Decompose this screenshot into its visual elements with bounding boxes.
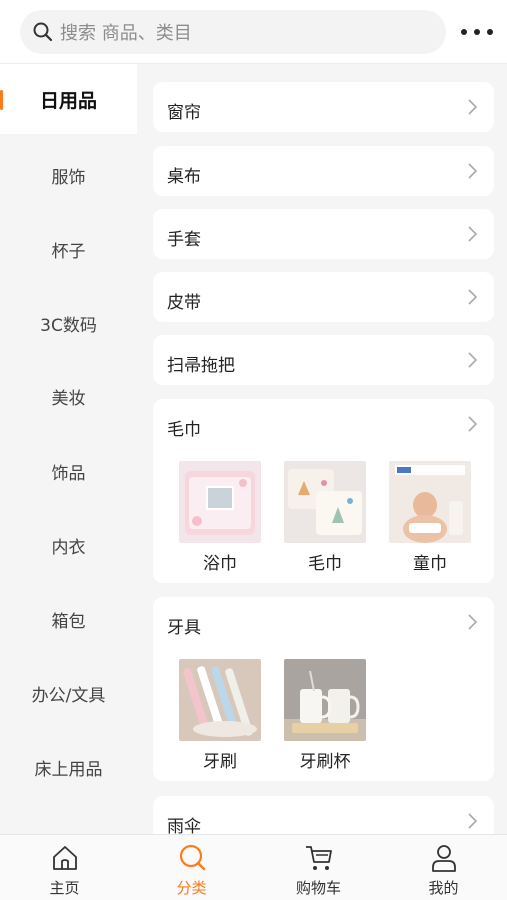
category-content: 窗帘 桌布 手套 皮带 扫帚拖把 毛巾 浴巾 毛巾 童巾 牙具 牙刷 牙刷杯 雨… bbox=[137, 64, 507, 834]
shopping-cart-icon bbox=[304, 843, 334, 873]
subcategory-kids-towel[interactable]: 童巾 bbox=[389, 461, 471, 574]
category-title: 手套 bbox=[167, 230, 201, 250]
subcategory-label: 牙刷杯 bbox=[299, 752, 351, 772]
category-title: 窗帘 bbox=[167, 103, 201, 123]
bath-towel-image bbox=[179, 461, 261, 543]
sidebar-item-daily-goods[interactable]: 日用品 bbox=[0, 64, 137, 134]
sidebar-item-label: 床上用品 bbox=[34, 759, 103, 780]
category-card-towels: 毛巾 浴巾 毛巾 童巾 bbox=[153, 399, 494, 583]
sidebar-item-label: 内衣 bbox=[51, 537, 86, 558]
category-card-belts[interactable]: 皮带 bbox=[153, 272, 494, 322]
subcategory-label: 浴巾 bbox=[203, 554, 237, 574]
subcategory-toothbrush[interactable]: 牙刷 bbox=[179, 659, 261, 772]
category-card-umbrella[interactable]: 雨伞 bbox=[153, 796, 494, 834]
subcategory-toothbrush-cup[interactable]: 牙刷杯 bbox=[284, 659, 366, 772]
sidebar-item-label: 箱包 bbox=[51, 611, 86, 632]
sidebar-item-cups[interactable]: 杯子 bbox=[0, 214, 137, 284]
tab-profile[interactable]: 我的 bbox=[380, 835, 507, 900]
subcategory-label: 童巾 bbox=[413, 554, 447, 574]
sidebar-item-office-stationery[interactable]: 办公/文具 bbox=[0, 658, 137, 728]
search-input[interactable]: 搜索 商品、类目 bbox=[20, 10, 446, 54]
search-icon bbox=[177, 843, 207, 873]
sidebar-item-label: 服饰 bbox=[51, 167, 86, 188]
category-card-curtains[interactable]: 窗帘 bbox=[153, 82, 494, 132]
sidebar-item-3c-digital[interactable]: 3C数码 bbox=[0, 288, 137, 358]
tab-label: 购物车 bbox=[295, 879, 341, 897]
category-card-dental-care: 牙具 牙刷 牙刷杯 bbox=[153, 597, 494, 781]
category-title: 牙具 bbox=[167, 618, 201, 638]
sidebar-item-label: 杯子 bbox=[51, 241, 86, 262]
chevron-right-icon bbox=[466, 286, 480, 308]
sidebar-item-makeup[interactable]: 美妆 bbox=[0, 361, 137, 431]
more-options-button[interactable] bbox=[461, 22, 493, 42]
home-icon bbox=[50, 843, 80, 873]
subcategory-grid: 牙刷 牙刷杯 bbox=[179, 659, 389, 772]
tab-home[interactable]: 主页 bbox=[1, 835, 128, 900]
sidebar-item-accessories[interactable]: 饰品 bbox=[0, 436, 137, 506]
subcategory-towel[interactable]: 毛巾 bbox=[284, 461, 366, 574]
bottom-tab-bar: 主页 分类 购物车 我的 bbox=[0, 834, 507, 900]
subcategory-bath-towel[interactable]: 浴巾 bbox=[179, 461, 261, 574]
chevron-right-icon[interactable] bbox=[466, 611, 480, 633]
chevron-right-icon bbox=[466, 160, 480, 182]
category-card-gloves[interactable]: 手套 bbox=[153, 209, 494, 259]
category-title: 毛巾 bbox=[167, 420, 201, 440]
sidebar-item-label: 办公/文具 bbox=[31, 685, 106, 706]
tab-label: 主页 bbox=[49, 879, 80, 897]
sidebar-item-label: 3C数码 bbox=[40, 315, 97, 336]
tab-label: 我的 bbox=[428, 879, 459, 897]
tab-label: 分类 bbox=[176, 879, 207, 897]
category-card-tablecloth[interactable]: 桌布 bbox=[153, 146, 494, 196]
subcategory-label: 毛巾 bbox=[308, 554, 342, 574]
tab-category[interactable]: 分类 bbox=[128, 835, 255, 900]
chevron-right-icon bbox=[466, 349, 480, 371]
sidebar-item-bedding[interactable]: 床上用品 bbox=[0, 732, 137, 802]
subcategory-grid: 浴巾 毛巾 童巾 bbox=[179, 461, 494, 574]
towel-image bbox=[284, 461, 366, 543]
category-sidebar: 日用品 服饰 杯子 3C数码 美妆 饰品 内衣 箱包 办公/文具 床上用品 bbox=[0, 64, 137, 834]
chevron-right-icon bbox=[466, 223, 480, 245]
more-dot-icon bbox=[474, 29, 480, 35]
category-title: 桌布 bbox=[167, 167, 201, 187]
chevron-right-icon[interactable] bbox=[466, 413, 480, 435]
category-title: 皮带 bbox=[167, 293, 201, 313]
subcategory-label: 牙刷 bbox=[203, 752, 237, 772]
sidebar-item-label: 日用品 bbox=[39, 89, 97, 112]
more-dot-icon bbox=[487, 29, 493, 35]
toothbrush-image bbox=[179, 659, 261, 741]
search-icon bbox=[32, 21, 54, 43]
search-placeholder: 搜索 商品、类目 bbox=[60, 23, 192, 44]
category-title: 雨伞 bbox=[167, 817, 201, 834]
sidebar-item-label: 美妆 bbox=[51, 388, 86, 409]
sidebar-item-label: 饰品 bbox=[51, 463, 86, 484]
kids-towel-image bbox=[389, 461, 471, 543]
sidebar-item-underwear[interactable]: 内衣 bbox=[0, 510, 137, 580]
toothbrush-cup-image bbox=[284, 659, 366, 741]
chevron-right-icon bbox=[466, 810, 480, 832]
sidebar-item-bags[interactable]: 箱包 bbox=[0, 584, 137, 654]
category-card-brooms-mops[interactable]: 扫帚拖把 bbox=[153, 335, 494, 385]
sidebar-item-clothing[interactable]: 服饰 bbox=[0, 140, 137, 210]
user-icon bbox=[429, 843, 459, 873]
tab-cart[interactable]: 购物车 bbox=[255, 835, 382, 900]
category-title: 扫帚拖把 bbox=[167, 356, 235, 376]
top-bar: 搜索 商品、类目 bbox=[0, 0, 507, 64]
more-dot-icon bbox=[461, 29, 467, 35]
chevron-right-icon bbox=[466, 96, 480, 118]
